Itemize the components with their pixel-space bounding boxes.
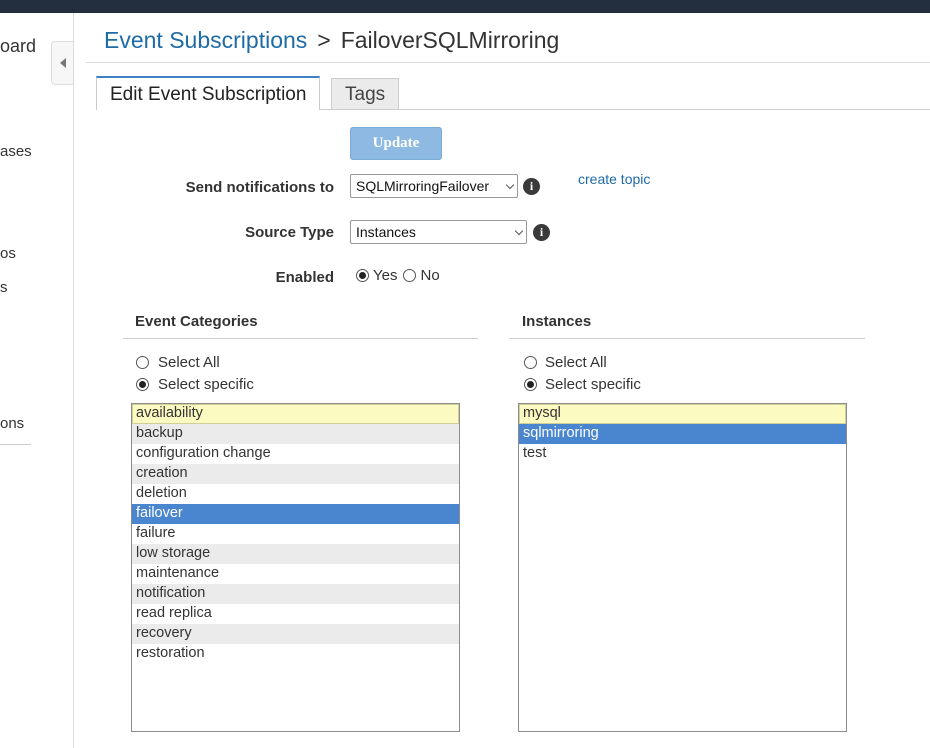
breadcrumb-separator: > — [317, 27, 331, 53]
sidebar-item-databases[interactable]: ases — [0, 143, 32, 160]
info-icon[interactable]: i — [533, 224, 550, 241]
instances-select-specific-label[interactable]: Select specific — [545, 376, 641, 393]
list-item-maintenance[interactable]: maintenance — [132, 564, 459, 584]
source-type-label: Source Type — [245, 224, 334, 241]
event-categories-select-all[interactable]: Select All — [136, 354, 226, 371]
list-item-sqlmirroring[interactable]: sqlmirroring — [519, 424, 846, 444]
send-notifications-value: SQLMirroringFailover — [356, 178, 490, 194]
send-notifications-label: Send notifications to — [185, 179, 334, 196]
list-item-recovery[interactable]: recovery — [132, 624, 459, 644]
instances-select-all[interactable]: Select All — [524, 354, 613, 371]
sidebar: oard ases os s ons — [0, 13, 74, 748]
enabled-label: Enabled — [275, 269, 334, 286]
list-item-configuration-change[interactable]: configuration change — [132, 444, 459, 464]
sidebar-divider — [0, 444, 31, 445]
sidebar-item-groups[interactable]: os — [0, 245, 16, 262]
header-divider — [86, 62, 930, 63]
source-type-value: Instances — [356, 224, 416, 240]
tab-tags[interactable]: Tags — [331, 78, 400, 109]
instances-select-specific[interactable]: Select specific — [524, 376, 647, 393]
create-topic-link[interactable]: create topic — [578, 171, 650, 187]
list-item-deletion[interactable]: deletion — [132, 484, 459, 504]
source-type-select[interactable]: Instances — [350, 220, 527, 244]
instances-select-all-label[interactable]: Select All — [545, 354, 607, 371]
event-categories-select-specific-radio[interactable] — [136, 378, 149, 391]
page-title: FailoverSQLMirroring — [340, 27, 560, 53]
chevron-down-icon — [514, 226, 524, 236]
list-item-availability[interactable]: availability — [132, 404, 459, 424]
enabled-yes-radio[interactable] — [356, 269, 369, 282]
caret-left-icon — [60, 58, 66, 68]
info-icon[interactable]: i — [523, 178, 540, 195]
list-item-restoration[interactable]: restoration — [132, 644, 459, 664]
event-categories-listbox[interactable]: availability backup configuration change cr… — [131, 403, 460, 732]
enabled-no-label[interactable]: No — [420, 267, 439, 284]
event-categories-select-all-radio[interactable] — [136, 356, 149, 369]
list-item-notification[interactable]: notification — [132, 584, 459, 604]
top-nav-bar — [0, 0, 930, 13]
enabled-no-radio[interactable] — [403, 269, 417, 282]
list-item-low-storage[interactable]: low storage — [132, 544, 459, 564]
event-categories-select-specific[interactable]: Select specific — [136, 376, 260, 393]
list-item-test[interactable]: test — [519, 444, 846, 464]
list-item-failure[interactable]: failure — [132, 524, 459, 544]
list-item-creation[interactable]: creation — [132, 464, 459, 484]
event-categories-select-all-label[interactable]: Select All — [158, 354, 220, 371]
event-categories-select-specific-label[interactable]: Select specific — [158, 376, 254, 393]
enabled-yes-label[interactable]: Yes — [373, 267, 397, 284]
send-notifications-select[interactable]: SQLMirroringFailover — [350, 174, 518, 198]
instances-select-all-radio[interactable] — [524, 356, 537, 369]
sidebar-item-dashboard[interactable]: oard — [0, 36, 36, 57]
sidebar-item-event-subscriptions[interactable]: ons — [0, 415, 24, 432]
instances-listbox[interactable]: mysql sqlmirroring test — [518, 403, 847, 732]
list-item-read-replica[interactable]: read replica — [132, 604, 459, 624]
update-button[interactable]: Update — [350, 127, 442, 160]
event-categories-divider — [123, 338, 478, 339]
event-categories-heading: Event Categories — [135, 313, 258, 330]
instances-divider — [510, 338, 865, 339]
breadcrumb: Event Subscriptions > FailoverSQLMirroring — [104, 27, 559, 54]
sidebar-item-snapshots[interactable]: s — [0, 279, 8, 296]
list-item-mysql[interactable]: mysql — [519, 404, 846, 424]
enabled-radio-group: Yes No — [356, 267, 446, 284]
list-item-failover[interactable]: failover — [132, 504, 459, 524]
breadcrumb-link-event-subscriptions[interactable]: Event Subscriptions — [104, 27, 307, 53]
instances-heading: Instances — [522, 313, 592, 330]
sidebar-collapse-button[interactable] — [51, 41, 73, 85]
instances-select-specific-radio[interactable] — [524, 378, 537, 391]
tab-edit-event-subscription[interactable]: Edit Event Subscription — [96, 76, 321, 110]
chevron-down-icon — [505, 180, 515, 190]
list-item-backup[interactable]: backup — [132, 424, 459, 444]
